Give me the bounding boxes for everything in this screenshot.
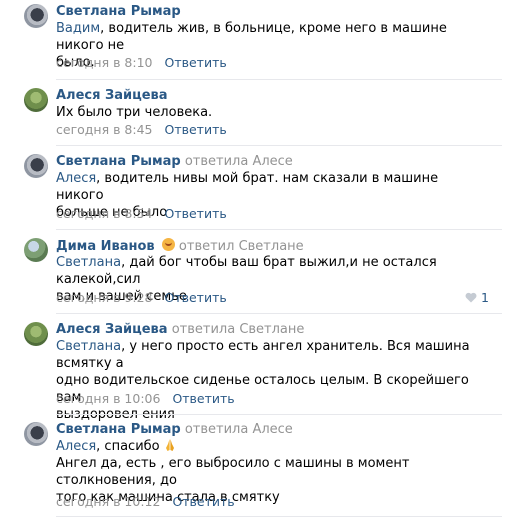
avatar[interactable] — [24, 322, 48, 346]
comment-header: Алеся Зайцева ответила Светлане — [56, 322, 304, 337]
addressee-link[interactable]: Алеся — [56, 171, 96, 186]
reply-to-link[interactable]: ответила Алесе — [185, 422, 293, 437]
like-count: 1 — [481, 290, 489, 305]
reply-button[interactable]: Ответить — [172, 494, 234, 509]
reply-button[interactable]: Ответить — [164, 55, 226, 70]
comment-meta: сегодня в 9:28 Ответить — [56, 290, 227, 305]
comment-date[interactable]: сегодня в 10:12 — [56, 494, 160, 509]
praying-hands-icon — [165, 439, 174, 451]
author-name[interactable]: Светлана Рымар — [56, 4, 181, 19]
reply-button[interactable]: Ответить — [164, 122, 226, 137]
heart-icon — [465, 292, 477, 303]
reply-to-link[interactable]: ответила Светлане — [172, 322, 305, 337]
comment-date[interactable]: сегодня в 9:28 — [56, 290, 153, 305]
comment-meta: сегодня в 8:54 Ответить — [56, 206, 227, 221]
comment-date[interactable]: сегодня в 10:06 — [56, 391, 160, 406]
reply-button[interactable]: Ответить — [164, 290, 226, 305]
comment-text: Светлана, у него просто есть ангел храни… — [56, 339, 470, 422]
emoji-status-icon — [161, 238, 175, 251]
author-name[interactable]: Алеся Зайцева — [56, 322, 168, 337]
divider — [56, 516, 502, 517]
addressee-link[interactable]: Светлана — [56, 339, 121, 354]
divider — [56, 313, 502, 314]
addressee-link[interactable]: Вадим — [56, 21, 100, 36]
like-button[interactable]: 1 — [465, 290, 489, 305]
author-name[interactable]: Дима Иванов — [56, 239, 155, 254]
reply-to-link[interactable]: ответила Алесе — [185, 154, 293, 169]
reply-to-link[interactable]: ответил Светлане — [179, 239, 304, 254]
avatar[interactable] — [24, 422, 48, 446]
addressee-link[interactable]: Алеся — [56, 439, 96, 454]
divider — [56, 145, 502, 146]
avatar[interactable] — [24, 88, 48, 112]
avatar[interactable] — [24, 154, 48, 178]
comment-text: Их было три человека. — [56, 105, 213, 120]
comment-meta: сегодня в 8:45 Ответить — [56, 122, 227, 137]
comment-header: Светлана Рымар ответила Алесе — [56, 154, 293, 169]
author-name[interactable]: Алеся Зайцева — [56, 88, 168, 103]
avatar[interactable] — [24, 238, 48, 262]
comment-meta: сегодня в 8:10 Ответить — [56, 55, 227, 70]
comment-header: Светлана Рымар ответила Алесе — [56, 422, 293, 437]
author-name[interactable]: Светлана Рымар — [56, 422, 181, 437]
reply-button[interactable]: Ответить — [164, 206, 226, 221]
comment-meta: сегодня в 10:12 Ответить — [56, 494, 235, 509]
author-name[interactable]: Светлана Рымар — [56, 154, 181, 169]
comment-meta: сегодня в 10:06 Ответить — [56, 391, 235, 406]
comment-header: Светлана Рымар — [56, 4, 181, 19]
divider — [56, 229, 502, 230]
divider — [56, 414, 502, 415]
addressee-link[interactable]: Светлана — [56, 255, 121, 270]
reply-button[interactable]: Ответить — [172, 391, 234, 406]
comment-header: Алеся Зайцева — [56, 88, 168, 103]
avatar[interactable] — [24, 4, 48, 28]
comment-date[interactable]: сегодня в 8:54 — [56, 206, 153, 221]
divider — [56, 79, 502, 80]
comment-header: Дима Иванов ответил Светлане — [56, 238, 304, 254]
comment-date[interactable]: сегодня в 8:45 — [56, 122, 153, 137]
comment-date[interactable]: сегодня в 8:10 — [56, 55, 153, 70]
